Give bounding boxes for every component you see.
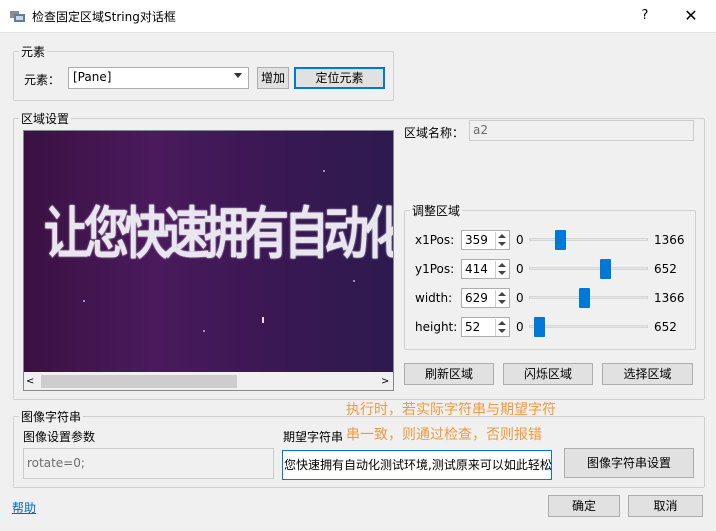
- flash-region-button[interactable]: 闪烁区域: [503, 363, 593, 385]
- adjust-row-label: x1Pos:: [415, 233, 455, 247]
- slider-max: 1366: [654, 291, 685, 305]
- slider-max: 652: [654, 320, 677, 334]
- spin-value: 359: [465, 233, 488, 247]
- slider-max: 1366: [654, 233, 685, 247]
- slider-track[interactable]: [529, 238, 648, 241]
- element-label: 元素：: [24, 73, 61, 87]
- spin-value: 629: [465, 291, 488, 305]
- horizontal-scrollbar[interactable]: < >: [24, 373, 393, 390]
- image-preview[interactable]: 让您快速拥有自动化测试环境， < >: [23, 130, 394, 391]
- slider-min: 0: [516, 233, 524, 247]
- spin-up-icon[interactable]: [498, 234, 506, 238]
- spin-value: 414: [465, 262, 488, 276]
- adjust-row-label: height:: [415, 320, 458, 334]
- select-region-button[interactable]: 选择区域: [602, 363, 693, 385]
- slider-track[interactable]: [529, 325, 648, 328]
- help-icon[interactable]: ?: [632, 4, 658, 28]
- spin-buttons[interactable]: [495, 232, 508, 249]
- preview-image: 让您快速拥有自动化测试环境，: [24, 131, 393, 372]
- slider-min: 0: [516, 291, 524, 305]
- window-title: 检查固定区域String对话框: [32, 10, 176, 24]
- preview-text: 让您快速拥有自动化测试环境，: [44, 202, 393, 267]
- scroll-thumb[interactable]: [41, 375, 237, 388]
- adjust-row-label: width:: [415, 291, 453, 305]
- adjust-row-label: y1Pos:: [415, 262, 455, 276]
- expected-string-field[interactable]: 您快速拥有自动化测试环境,测试原来可以如此轻松: [282, 450, 552, 480]
- image-params-label: 图像设置参数: [23, 430, 96, 444]
- spin-box[interactable]: 414: [461, 259, 510, 279]
- scroll-left-icon[interactable]: <: [26, 376, 34, 387]
- spin-down-icon[interactable]: [498, 300, 506, 304]
- chevron-down-icon: [234, 73, 242, 78]
- slider-max: 652: [654, 262, 677, 276]
- spin-down-icon[interactable]: [498, 329, 506, 333]
- spin-box[interactable]: 52: [461, 317, 510, 337]
- slider-min: 0: [516, 262, 524, 276]
- title-bar: 检查固定区域String对话框 ? ✕: [0, 0, 716, 33]
- region-name-field[interactable]: a2: [469, 120, 694, 141]
- spin-down-icon[interactable]: [498, 271, 506, 275]
- close-icon[interactable]: ✕: [676, 4, 706, 28]
- adjust-region-title: 调整区域: [410, 202, 463, 219]
- spin-value: 52: [465, 320, 481, 334]
- image-string-setup-button[interactable]: 图像字符串设置: [564, 448, 694, 478]
- region-settings-title: 区域设置: [19, 110, 72, 127]
- spin-up-icon[interactable]: [498, 263, 506, 267]
- spin-buttons[interactable]: [495, 290, 508, 307]
- slider-track[interactable]: [529, 267, 648, 270]
- app-icon: [10, 11, 25, 22]
- slider-thumb[interactable]: [579, 288, 590, 308]
- note-line-1: 执行时，若实际字符串与期望字符: [346, 402, 556, 418]
- spin-buttons[interactable]: [495, 319, 508, 336]
- image-string-title: 图像字符串: [19, 408, 84, 425]
- image-params-field[interactable]: rotate=0;: [23, 448, 274, 479]
- slider-min: 0: [516, 320, 524, 334]
- slider-thumb[interactable]: [600, 259, 611, 279]
- note-line-2: 串一致，则通过检查，否则报错: [346, 427, 542, 443]
- help-link[interactable]: 帮助: [12, 499, 36, 516]
- refresh-region-button[interactable]: 刷新区域: [404, 363, 494, 385]
- spin-box[interactable]: 359: [461, 230, 510, 250]
- element-combo-value: [Pane]: [73, 70, 112, 84]
- spin-down-icon[interactable]: [498, 242, 506, 246]
- spin-up-icon[interactable]: [498, 321, 506, 325]
- cancel-button[interactable]: 取消: [628, 495, 703, 517]
- add-button[interactable]: 增加: [257, 67, 289, 89]
- slider-thumb[interactable]: [555, 230, 566, 250]
- expected-string-label: 期望字符串: [283, 430, 344, 444]
- spin-box[interactable]: 629: [461, 288, 510, 308]
- ok-button[interactable]: 确定: [548, 495, 620, 517]
- element-group-title: 元素: [19, 43, 48, 60]
- element-combo[interactable]: [Pane]: [68, 67, 249, 89]
- spin-up-icon[interactable]: [498, 292, 506, 296]
- locate-element-button[interactable]: 定位元素: [294, 67, 385, 89]
- scroll-right-icon[interactable]: >: [381, 376, 389, 387]
- slider-thumb[interactable]: [534, 317, 545, 337]
- spin-buttons[interactable]: [495, 261, 508, 278]
- region-name-label: 区域名称：: [404, 126, 465, 140]
